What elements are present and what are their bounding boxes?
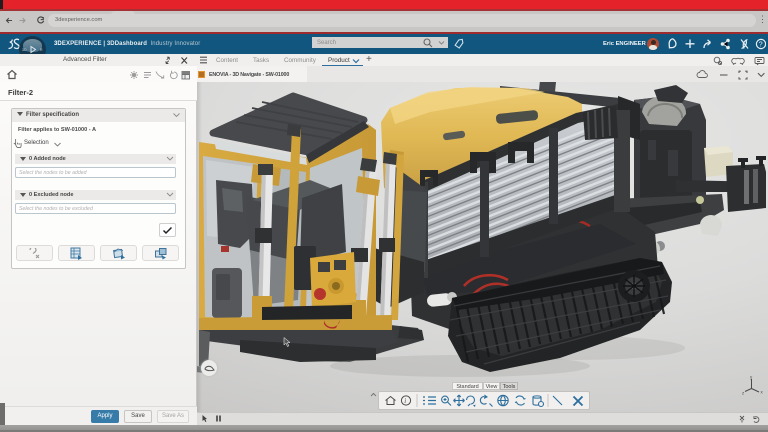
svg-text:?: ? — [759, 41, 763, 48]
svg-text:x: x — [761, 390, 764, 395]
svg-text:y: y — [750, 375, 753, 380]
svg-text:i: i — [404, 397, 406, 405]
svg-text:R: R — [40, 48, 43, 52]
svg-text:3D: 3D — [22, 48, 27, 52]
svg-text:z: z — [742, 391, 745, 396]
